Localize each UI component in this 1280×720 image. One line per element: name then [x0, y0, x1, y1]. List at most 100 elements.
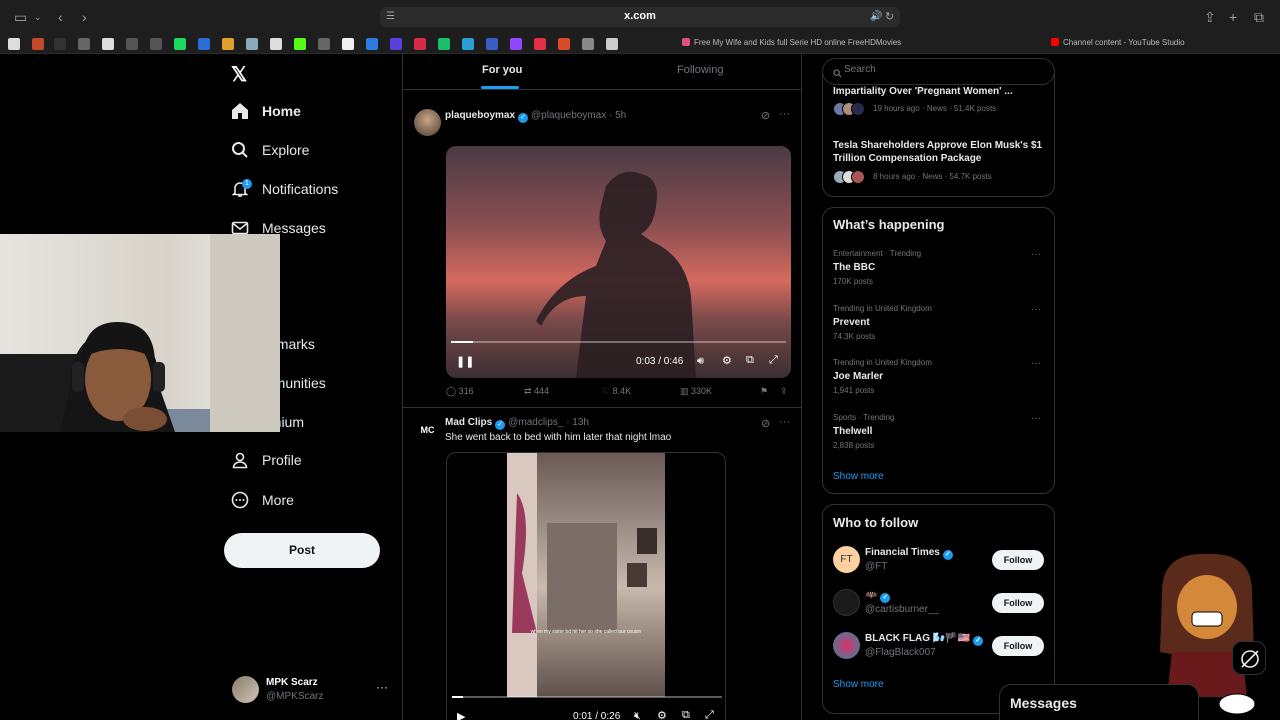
- bookmark-icon[interactable]: [414, 38, 426, 50]
- bookmark-icon[interactable]: [606, 38, 618, 50]
- more-dots-icon[interactable]: ···: [1031, 413, 1041, 424]
- bookmark-icon[interactable]: [8, 38, 20, 50]
- post-button[interactable]: Post: [224, 533, 380, 568]
- grok-explain-icon[interactable]: ⊘: [761, 109, 770, 122]
- bookmark-icon[interactable]: [32, 38, 44, 50]
- video-player[interactable]: when my sister bd hit her so she called …: [446, 452, 726, 720]
- news-item-title[interactable]: Tesla Shareholders Approve Elon Musk's $…: [833, 139, 1048, 165]
- user-name[interactable]: Financial Times ✓: [865, 547, 956, 560]
- avatar[interactable]: [833, 589, 860, 616]
- author-name[interactable]: Mad Clips: [445, 417, 492, 428]
- tab-free-my-wife[interactable]: Free My Wife and Kids full Serie HD onli…: [682, 38, 901, 47]
- follow-button[interactable]: Follow: [992, 550, 1044, 570]
- tab-overview-icon[interactable]: ⧉: [1254, 9, 1264, 25]
- avatar[interactable]: FT: [833, 546, 860, 573]
- bookmark-icon[interactable]: [78, 38, 90, 50]
- bookmark-icon[interactable]: [222, 38, 234, 50]
- nav-home[interactable]: Home: [230, 98, 301, 124]
- avatar[interactable]: [414, 109, 441, 136]
- x-logo-icon[interactable]: 𝕏: [231, 62, 247, 87]
- repost-button[interactable]: ⇄ 444: [524, 386, 549, 397]
- grok-explain-icon[interactable]: ⊘: [761, 417, 770, 430]
- back-icon[interactable]: ‹: [58, 9, 63, 25]
- bookmark-icon[interactable]: [270, 38, 282, 50]
- more-dots-icon[interactable]: ···: [376, 680, 388, 694]
- trend-name[interactable]: The BBC: [833, 262, 875, 273]
- bookmark-icon[interactable]: [294, 38, 306, 50]
- video-player[interactable]: ❚❚ 0:03 / 0:46 🔊︎ ⚙ ⧉ ⤢: [446, 146, 791, 378]
- follow-button[interactable]: Follow: [992, 636, 1044, 656]
- fullscreen-icon[interactable]: ⤢: [769, 354, 778, 367]
- more-dots-icon[interactable]: ···: [1031, 249, 1041, 260]
- bookmark-icon[interactable]: [150, 38, 162, 50]
- bookmark-icon[interactable]: [510, 38, 522, 50]
- new-tab-icon[interactable]: +: [1229, 9, 1237, 25]
- nav-profile[interactable]: Profile: [230, 447, 302, 473]
- bookmark-icon[interactable]: [438, 38, 450, 50]
- play-icon[interactable]: ▶: [457, 710, 465, 720]
- bookmark-icon[interactable]: [54, 38, 66, 50]
- bookmark-icon[interactable]: [582, 38, 594, 50]
- show-more-link[interactable]: Show more: [833, 471, 884, 482]
- nav-more[interactable]: More: [230, 487, 294, 513]
- sidebar-toggle-icon[interactable]: ▭: [14, 9, 27, 25]
- nav-explore[interactable]: Explore: [230, 137, 309, 163]
- trend-name[interactable]: Thelwell: [833, 426, 872, 437]
- mute-icon[interactable]: 🔇︎: [634, 710, 641, 720]
- pause-icon[interactable]: ❚❚: [456, 355, 474, 368]
- author-handle[interactable]: @plaqueboymax: [531, 110, 606, 121]
- trend-name[interactable]: Joe Marler: [833, 371, 883, 382]
- messages-drawer[interactable]: Messages: [999, 684, 1199, 720]
- bookmark-icon[interactable]: [462, 38, 474, 50]
- share-icon[interactable]: ⇪: [1204, 9, 1216, 25]
- user-name[interactable]: 🦇 ✓: [865, 590, 893, 603]
- user-name[interactable]: BLACK FLAG 🌬️🏴🇺🇸 ✓: [865, 633, 986, 646]
- bookmark-icon[interactable]: [366, 38, 378, 50]
- bookmark-icon[interactable]: [342, 38, 354, 50]
- nav-notifications[interactable]: 1 Notifications: [230, 176, 338, 202]
- like-button[interactable]: ♡ 8.4K: [602, 386, 631, 397]
- show-more-link[interactable]: Show more: [833, 679, 884, 690]
- chevron-down-icon[interactable]: ⌄: [34, 9, 42, 25]
- picture-in-picture-icon[interactable]: ⧉: [682, 709, 690, 720]
- address-bar[interactable]: ☰ x.com 🔊 ↻: [380, 7, 900, 27]
- share-icon[interactable]: ⇪: [780, 386, 788, 397]
- video-progress[interactable]: [452, 696, 722, 698]
- more-dots-icon[interactable]: ···: [1031, 358, 1041, 369]
- tab-following[interactable]: Following: [677, 64, 723, 76]
- tab-for-you[interactable]: For you: [482, 64, 522, 76]
- reply-button[interactable]: ◯ 316: [446, 386, 474, 397]
- bookmark-icon[interactable]: [558, 38, 570, 50]
- tab-youtube-studio[interactable]: Channel content - YouTube Studio: [1051, 38, 1185, 47]
- trend-name[interactable]: Prevent: [833, 317, 870, 328]
- author-handle[interactable]: @madclips_: [508, 417, 563, 428]
- avatar[interactable]: [833, 632, 860, 659]
- video-progress[interactable]: [451, 341, 786, 343]
- news-item-title[interactable]: Impartiality Over 'Pregnant Women' ...: [833, 85, 1048, 98]
- more-dots-icon[interactable]: ···: [779, 416, 790, 428]
- fullscreen-icon[interactable]: ⤢: [705, 709, 714, 720]
- bookmark-icon[interactable]: [534, 38, 546, 50]
- volume-icon[interactable]: 🔊︎: [697, 355, 704, 368]
- gear-icon[interactable]: ⚙: [657, 709, 667, 720]
- gear-icon[interactable]: ⚙: [722, 354, 732, 367]
- avatar[interactable]: MC: [414, 417, 441, 444]
- more-dots-icon[interactable]: ···: [779, 108, 790, 120]
- account-switcher[interactable]: MPK Scarz @MPKScarz ···: [232, 676, 392, 706]
- bookmark-icon[interactable]: [390, 38, 402, 50]
- author-name[interactable]: plaqueboymax: [445, 110, 515, 121]
- grok-button[interactable]: [1232, 641, 1266, 675]
- more-dots-icon[interactable]: ···: [1031, 304, 1041, 315]
- bookmark-icon[interactable]: [198, 38, 210, 50]
- bookmark-icon[interactable]: [318, 38, 330, 50]
- follow-button[interactable]: Follow: [992, 593, 1044, 613]
- audio-playing-icon[interactable]: 🔊: [870, 9, 882, 25]
- bookmark-icon[interactable]: [246, 38, 258, 50]
- bookmark-icon[interactable]: ⚑: [760, 386, 768, 397]
- reload-icon[interactable]: ↻: [885, 9, 894, 25]
- bookmark-icon[interactable]: [174, 38, 186, 50]
- views-button[interactable]: ▥ 330K: [680, 386, 712, 397]
- bookmark-icon[interactable]: [126, 38, 138, 50]
- tweet-time[interactable]: · 5h: [609, 110, 626, 121]
- picture-in-picture-icon[interactable]: ⧉: [746, 354, 754, 367]
